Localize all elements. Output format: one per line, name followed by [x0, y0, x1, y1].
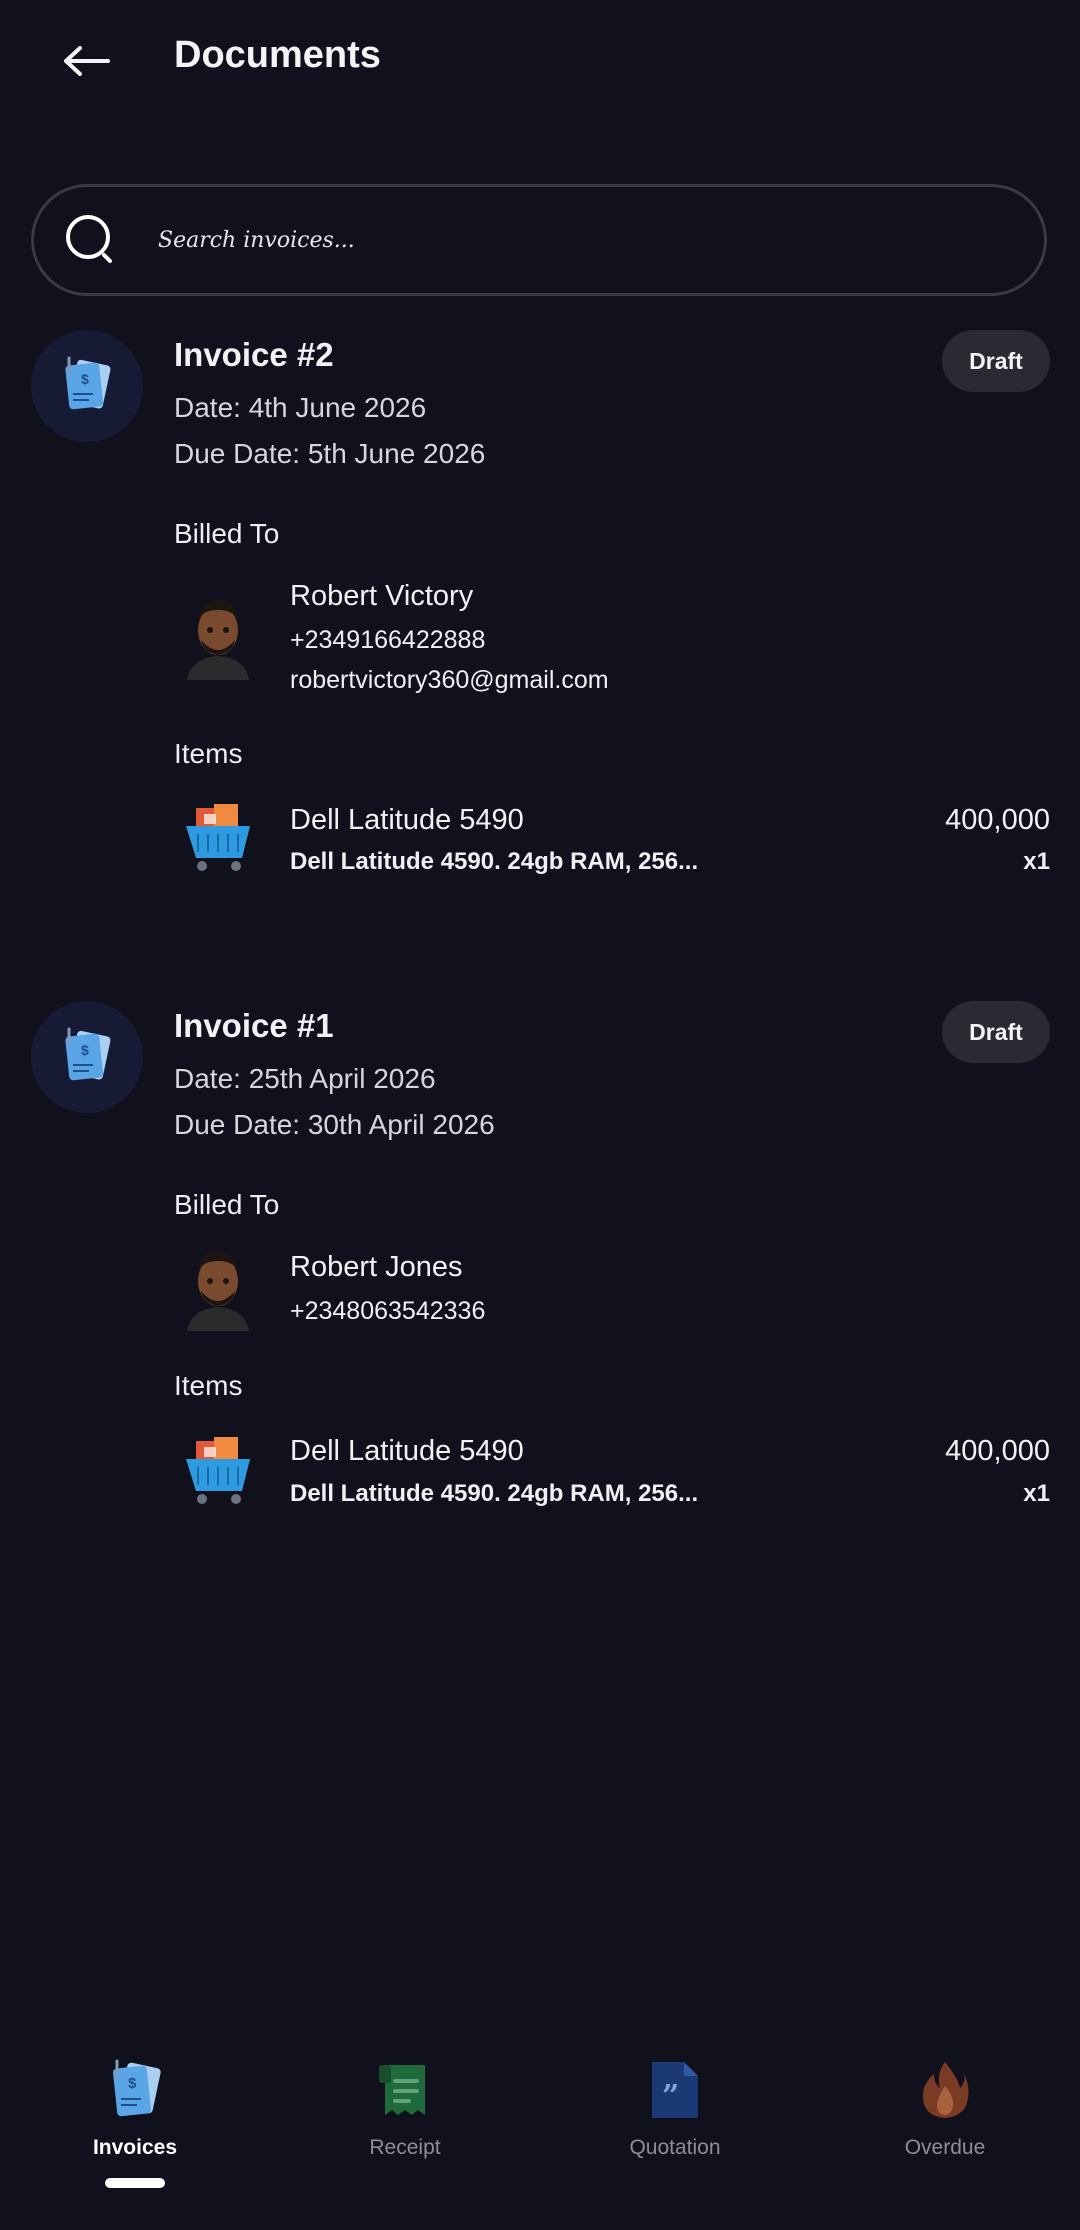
receipt-icon: [377, 2054, 433, 2126]
search-bar[interactable]: [31, 184, 1047, 296]
invoice-due-date: Due Date: 5th June 2026: [174, 438, 486, 469]
avatar: [178, 592, 258, 682]
svg-text:$: $: [81, 371, 89, 387]
nav-item-quotation[interactable]: ” Quotation: [575, 2054, 775, 2174]
item-description: Dell Latitude 4590. 24gb RAM, 256...: [290, 848, 699, 875]
client-name: Robert Victory: [290, 580, 474, 612]
nav-item-invoices[interactable]: $ Invoices: [35, 2054, 235, 2174]
avatar: [178, 1243, 258, 1333]
client-phone: +2349166422888: [290, 626, 486, 654]
quotation-icon: ”: [648, 2054, 702, 2126]
nav-item-receipt[interactable]: Receipt: [305, 2054, 505, 2174]
app-header: Documents: [0, 0, 1080, 120]
svg-text:$: $: [81, 1042, 89, 1058]
nav-label: Quotation: [629, 2136, 721, 2159]
fire-icon: [920, 2054, 970, 2126]
client-phone: +2348063542336: [290, 1297, 486, 1325]
billed-to-label: Billed To: [174, 1189, 280, 1220]
billed-to-label: Billed To: [174, 518, 280, 549]
bottom-navigation: $ Invoices Receipt ” Quotation Overdue: [0, 2040, 1080, 2230]
item-quantity: x1: [1023, 1480, 1050, 1507]
svg-text:$: $: [128, 2075, 137, 2092]
invoice-avatar: $: [31, 330, 143, 442]
invoice-date: Date: 25th April 2026: [174, 1063, 436, 1094]
invoice-icon: $: [105, 2054, 165, 2126]
invoice-title: Invoice #1: [174, 1007, 334, 1044]
nav-label: Overdue: [904, 2136, 986, 2159]
item-price: 400,000: [945, 1435, 1050, 1467]
invoice-icon: $: [59, 1025, 115, 1090]
invoice-date: Date: 4th June 2026: [174, 392, 427, 423]
search-icon: [64, 213, 128, 267]
invoice-title: Invoice #2: [174, 336, 334, 373]
item-quantity: x1: [1023, 848, 1050, 875]
item-description: Dell Latitude 4590. 24gb RAM, 256...: [290, 1480, 699, 1507]
item-name: Dell Latitude 5490: [290, 1435, 524, 1467]
status-badge: Draft: [942, 330, 1050, 392]
client-email: robertvictory360@gmail.com: [290, 666, 609, 694]
nav-label: Invoices: [92, 2136, 178, 2159]
items-label: Items: [174, 738, 243, 769]
arrow-left-icon: [62, 45, 110, 81]
invoice-due-date: Due Date: 30th April 2026: [174, 1109, 495, 1140]
page-title: Documents: [174, 34, 381, 76]
client-name: Robert Jones: [290, 1251, 463, 1283]
search-input[interactable]: [156, 226, 960, 254]
shopping-cart-icon: [176, 1429, 260, 1513]
shopping-cart-icon: [176, 796, 260, 880]
invoice-icon: $: [59, 354, 115, 419]
invoice-avatar: $: [31, 1001, 143, 1113]
item-name: Dell Latitude 5490: [290, 804, 524, 836]
back-button[interactable]: [30, 22, 142, 104]
status-badge: Draft: [942, 1001, 1050, 1063]
nav-item-overdue[interactable]: Overdue: [845, 2054, 1045, 2174]
item-price: 400,000: [945, 804, 1050, 836]
svg-text:”: ”: [662, 2079, 679, 2114]
active-tab-indicator: [105, 2178, 165, 2188]
items-label: Items: [174, 1370, 243, 1401]
nav-label: Receipt: [369, 2136, 441, 2159]
